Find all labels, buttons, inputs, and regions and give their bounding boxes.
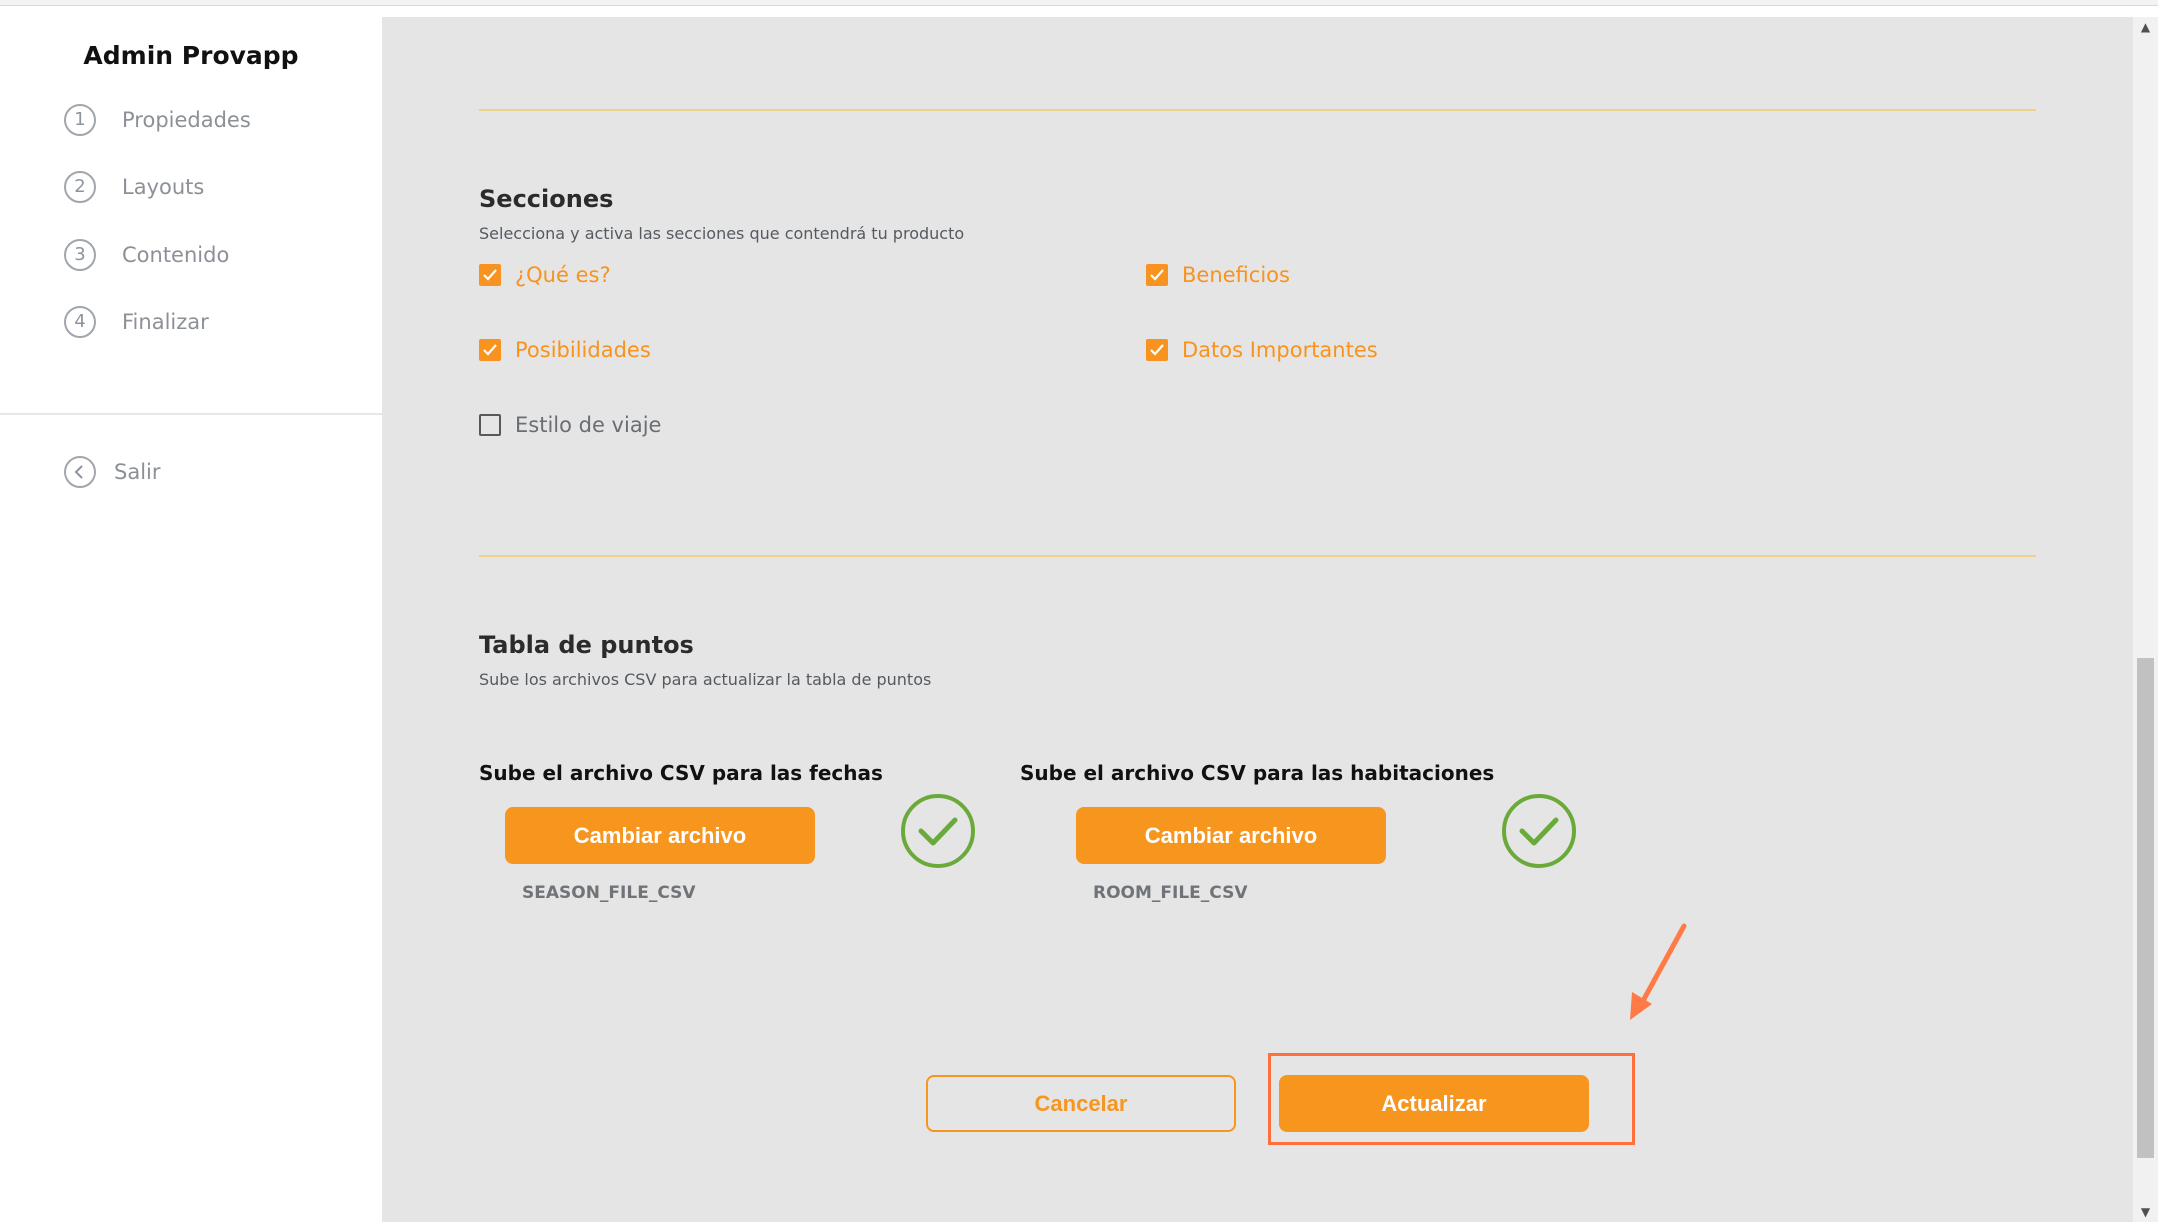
- checkbox-checked-icon: [479, 264, 501, 286]
- rooms-file-name: ROOM_FILE_CSV: [1093, 883, 1248, 903]
- checkbox-label: ¿Qué es?: [515, 263, 611, 287]
- change-dates-file-button[interactable]: Cambiar archivo: [505, 807, 815, 864]
- checkbox-datos-importantes[interactable]: Datos Importantes: [1146, 335, 1378, 365]
- sidebar-step-layouts[interactable]: 2 Layouts: [64, 170, 204, 204]
- checkbox-checked-icon: [1146, 264, 1168, 286]
- upload-dates-title: Sube el archivo CSV para las fechas: [479, 761, 883, 785]
- checkbox-label: Posibilidades: [515, 338, 651, 362]
- sidebar-step-finalizar[interactable]: 4 Finalizar: [64, 305, 209, 339]
- checkbox-que-es[interactable]: ¿Qué es?: [479, 260, 611, 290]
- step-number-badge: 2: [64, 171, 96, 203]
- checkbox-unchecked-icon: [479, 414, 501, 436]
- points-table-title: Tabla de puntos: [479, 631, 694, 659]
- check-circle-icon: [1501, 793, 1577, 873]
- step-label: Layouts: [122, 175, 205, 199]
- checkbox-checked-icon: [1146, 339, 1168, 361]
- step-number-badge: 4: [64, 306, 96, 338]
- upload-rooms-title: Sube el archivo CSV para las habitacione…: [1020, 761, 1495, 785]
- chevron-left-icon: [64, 456, 96, 488]
- app-brand: Admin Provapp: [83, 41, 299, 70]
- dates-file-name: SEASON_FILE_CSV: [522, 883, 696, 903]
- step-number-badge: 3: [64, 239, 96, 271]
- scroll-up-icon[interactable]: ▲: [2133, 17, 2158, 37]
- checkbox-estilo-de-viaje[interactable]: Estilo de viaje: [479, 410, 661, 440]
- step-label: Finalizar: [122, 310, 209, 334]
- step-number-badge: 1: [64, 104, 96, 136]
- section-divider: [479, 555, 2036, 557]
- scrollbar-thumb[interactable]: [2137, 658, 2154, 1158]
- checkbox-beneficios[interactable]: Beneficios: [1146, 260, 1290, 290]
- step-label: Propiedades: [122, 108, 251, 132]
- sidebar-divider: [0, 413, 382, 415]
- sections-subtitle: Selecciona y activa las secciones que co…: [479, 224, 965, 243]
- change-rooms-file-button[interactable]: Cambiar archivo: [1076, 807, 1386, 864]
- checkbox-label: Estilo de viaje: [515, 413, 662, 437]
- checkbox-checked-icon: [479, 339, 501, 361]
- checkbox-posibilidades[interactable]: Posibilidades: [479, 335, 651, 365]
- update-button[interactable]: Actualizar: [1279, 1075, 1589, 1132]
- main-content: Secciones Selecciona y activa las seccio…: [382, 17, 2133, 1222]
- sidebar-step-propiedades[interactable]: 1 Propiedades: [64, 103, 251, 137]
- section-divider: [479, 109, 2036, 111]
- scroll-down-icon[interactable]: ▼: [2133, 1202, 2158, 1222]
- check-circle-icon: [900, 793, 976, 873]
- step-label: Contenido: [122, 243, 230, 267]
- sections-title: Secciones: [479, 185, 614, 213]
- vertical-scrollbar[interactable]: ▲ ▼: [2133, 17, 2158, 1222]
- checkbox-label: Datos Importantes: [1182, 338, 1378, 362]
- annotation-arrow-icon: [1630, 923, 1687, 1020]
- checkbox-label: Beneficios: [1182, 263, 1290, 287]
- cancel-button[interactable]: Cancelar: [926, 1075, 1236, 1132]
- exit-label: Salir: [114, 460, 161, 484]
- sidebar: Admin Provapp 1 Propiedades 2 Layouts 3 …: [0, 6, 382, 1222]
- points-table-subtitle: Sube los archivos CSV para actualizar la…: [479, 670, 932, 689]
- exit-button[interactable]: Salir: [64, 455, 161, 489]
- sidebar-step-contenido[interactable]: 3 Contenido: [64, 238, 229, 272]
